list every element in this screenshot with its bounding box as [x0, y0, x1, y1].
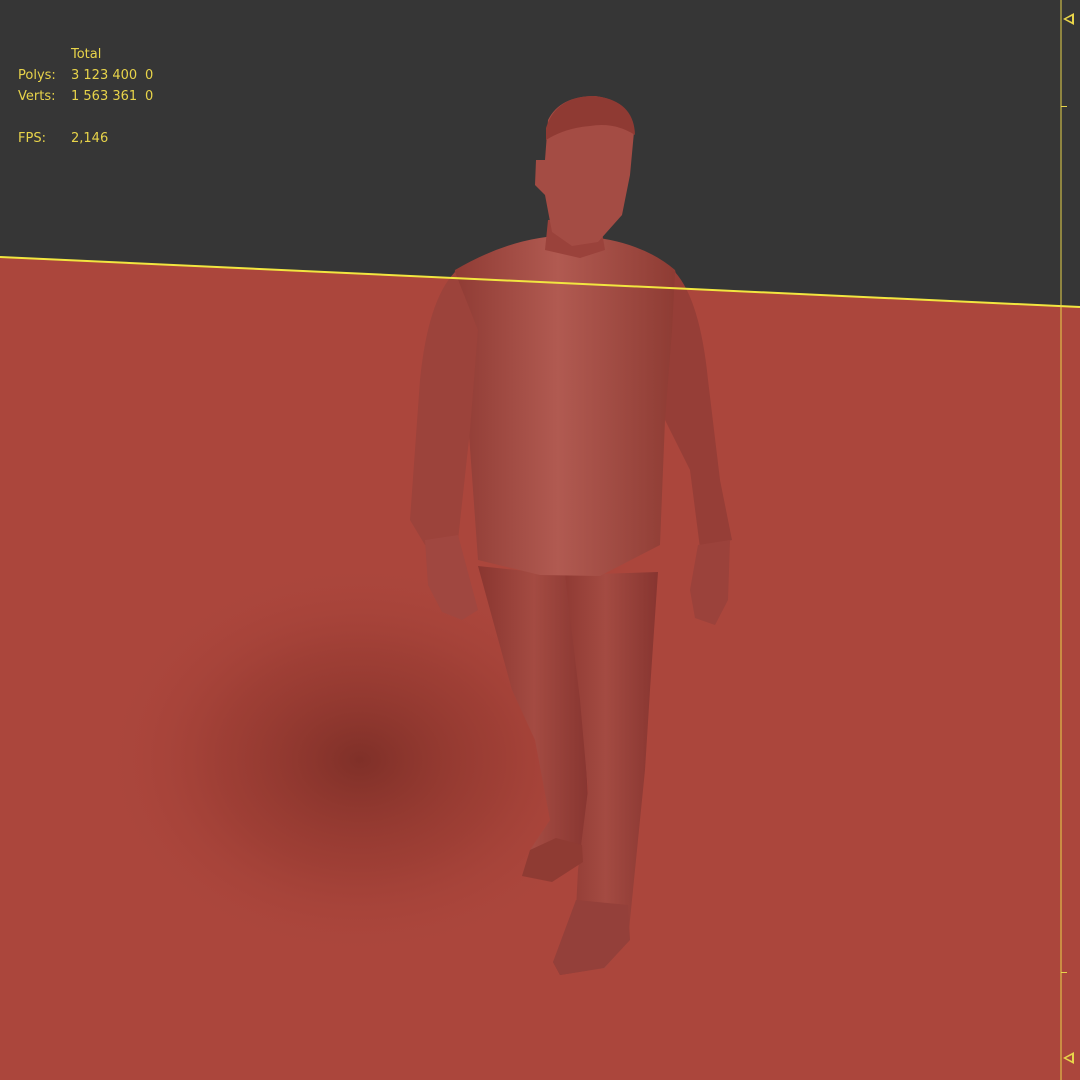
stats-polys-selected: 0	[145, 68, 154, 83]
stats-verts-label: Verts:	[18, 89, 56, 104]
viewport-scene[interactable]	[0, 0, 1080, 1080]
3d-viewport[interactable]: Total Polys: 3 123 400 0 Verts: 1 563 36…	[0, 0, 1080, 1080]
stats-polys-label: Polys:	[18, 68, 56, 83]
stats-header-total: Total	[71, 47, 102, 62]
stats-polys-value: 3 123 400	[71, 68, 138, 83]
ruler-top-arrow-icon[interactable]	[1063, 13, 1074, 25]
ruler-tick-bottom	[1061, 972, 1067, 973]
stats-verts-selected: 0	[145, 89, 154, 104]
stats-fps-value: 2,146	[71, 131, 109, 146]
stats-verts-value: 1 563 361	[71, 89, 138, 104]
stats-fps-label: FPS:	[18, 131, 46, 146]
ruler-tick-top	[1061, 106, 1067, 107]
ruler-bottom-arrow-icon[interactable]	[1063, 1052, 1074, 1064]
